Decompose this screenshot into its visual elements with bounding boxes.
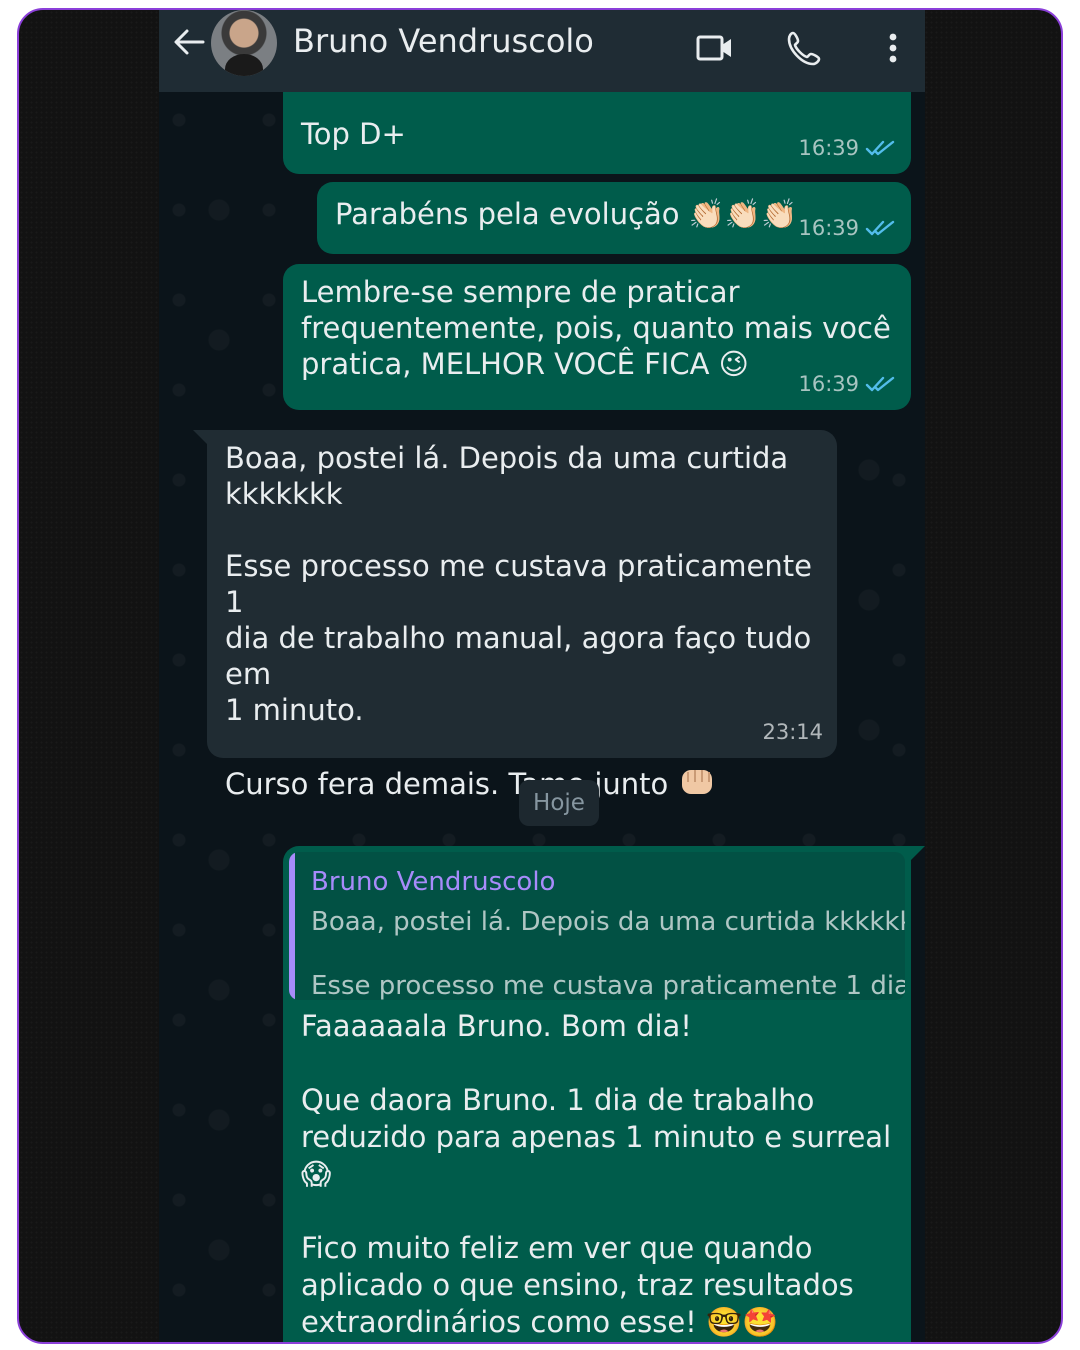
message-outgoing-reply[interactable]: Bruno Vendruscolo Boaa, postei lá. Depoi…: [283, 846, 925, 1342]
message-text: Boaa, postei lá. Depois da uma curtida k…: [225, 441, 812, 801]
back-arrow-icon[interactable]: [171, 24, 207, 60]
message-outgoing[interactable]: Top D+ 16:39: [283, 92, 911, 174]
message-incoming[interactable]: Boaa, postei lá. Depois da uma curtida k…: [193, 430, 837, 801]
voice-call-icon[interactable]: [785, 28, 825, 68]
read-ticks-icon: [865, 140, 895, 156]
chat-screen: Top D+ 16:39 Parabéns pela evolução 👏🏻👏🏻…: [159, 10, 925, 1342]
message-time: 16:39: [798, 216, 859, 240]
message-text: Faaaaaala Bruno. Bom dia! Que daora Brun…: [301, 1009, 892, 1339]
quoted-text-line: Esse processo me custava praticamente 1 …: [311, 971, 905, 1000]
message-time: 16:39: [798, 136, 859, 160]
read-ticks-icon: [865, 376, 895, 392]
more-options-icon[interactable]: [873, 28, 913, 68]
message-time: 23:14: [762, 720, 823, 744]
screenshot-frame: Top D+ 16:39 Parabéns pela evolução 👏🏻👏🏻…: [17, 8, 1063, 1344]
message-meta: 16:39: [798, 210, 897, 246]
quoted-text-line: Boaa, postei lá. Depois da uma curtida k…: [311, 907, 905, 937]
contact-name[interactable]: Bruno Vendruscolo: [293, 22, 594, 60]
message-meta: 16:39: [798, 366, 897, 402]
message-outgoing[interactable]: Parabéns pela evolução 👏🏻👏🏻👏🏻 16:39: [317, 182, 911, 254]
chat-header: Bruno Vendruscolo: [159, 10, 925, 92]
read-ticks-icon: [865, 220, 895, 236]
message-meta: 23:14: [762, 714, 823, 750]
avatar[interactable]: [211, 10, 277, 76]
fist-bump-emoji-icon: [681, 770, 712, 794]
message-outgoing[interactable]: Lembre-se sempre de praticar frequenteme…: [283, 264, 911, 410]
message-meta: 16:39: [798, 130, 897, 166]
video-call-icon[interactable]: [695, 28, 735, 68]
quoted-author: Bruno Vendruscolo: [311, 867, 556, 897]
message-time: 16:39: [798, 372, 859, 396]
quoted-message[interactable]: Bruno Vendruscolo Boaa, postei lá. Depoi…: [289, 852, 905, 1000]
quote-accent-bar: [289, 852, 295, 1000]
date-divider: Hoje: [519, 780, 599, 826]
